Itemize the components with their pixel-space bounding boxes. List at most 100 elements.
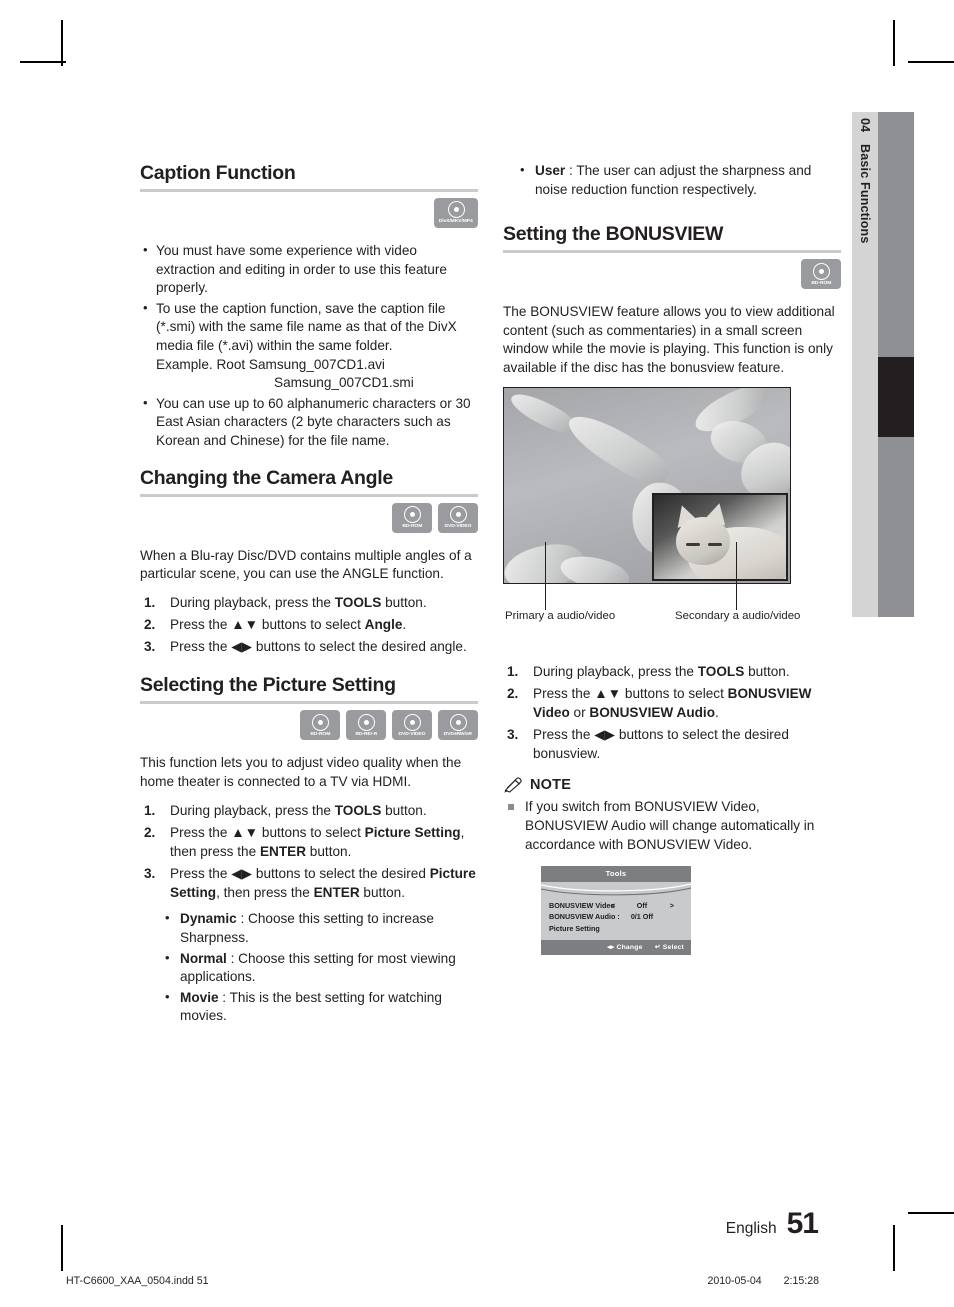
right-column: User : The user can adjust the sharpness… <box>503 161 841 955</box>
option-term: User <box>535 163 566 178</box>
option-term: Movie <box>180 989 219 1005</box>
page-footer: English 51 <box>725 1207 819 1241</box>
picture-setting-options: Dynamic : Choose this setting to increas… <box>140 909 478 1026</box>
osd-right-arrow-icon[interactable]: > <box>664 900 674 911</box>
example-line-1: Example. Root Samsung_007CD1.avi <box>156 356 385 372</box>
disc-glyph-icon <box>311 713 329 731</box>
caption-function-bullets: You must have some experience with video… <box>140 241 478 451</box>
disc-icon-label: BD-ROM <box>310 730 330 737</box>
disc-icon-label: DVD-VIDEO <box>444 523 472 529</box>
disc-icon-label: DVD-VIDEO <box>398 730 426 737</box>
step-text: During playback, press the TOOLS button. <box>170 594 427 610</box>
list-item: You can use up to 60 alphanumeric charac… <box>140 394 478 451</box>
step-number: 1. <box>144 802 156 818</box>
disc-icon-dvd-video: DVD-VIDEO <box>392 710 432 741</box>
print-time: 2:15:28 <box>783 1275 819 1287</box>
pencil-icon <box>504 777 522 794</box>
option-term: Normal <box>180 950 227 966</box>
step-number: 2. <box>144 824 156 840</box>
footer-language: English <box>725 1220 777 1237</box>
disc-glyph-icon <box>447 201 465 219</box>
heading-caption-function: Caption Function <box>140 162 296 184</box>
heading-rule <box>503 250 841 254</box>
chapter-tab-marker <box>878 357 914 437</box>
step-number: 3. <box>144 866 156 882</box>
disc-icons-bonusview: BD-ROM <box>503 259 841 290</box>
step-number: 1. <box>144 594 156 610</box>
print-timestamp: 2010-05-04 2:15:28 <box>707 1275 819 1287</box>
step-text: Press the ◀▶ buttons to select the desir… <box>170 866 476 901</box>
picture-setting-steps: 1. During playback, press the TOOLS butt… <box>140 801 478 903</box>
manual-page: 04 Basic Functions Caption Function DivX… <box>0 0 954 1307</box>
crop-mark-top-right-vertical <box>893 20 895 66</box>
crop-mark-bottom-right-vertical <box>893 1225 895 1271</box>
print-date: 2010-05-04 <box>707 1275 762 1287</box>
step-item: 3. Press the ◀▶ buttons to select the de… <box>140 864 478 902</box>
disc-icons-camera-angle: BD-ROM DVD-VIDEO <box>140 502 478 533</box>
note-title: NOTE <box>530 777 572 794</box>
step-item: 1. During playback, press the TOOLS butt… <box>140 593 478 612</box>
heading-bonusview: Setting the BONUSVIEW <box>503 223 724 246</box>
osd-left-arrow-icon[interactable]: < <box>611 900 620 911</box>
disc-icon-bd-re-r: BD-RE/-R <box>346 710 386 741</box>
bonusview-steps: 1. During playback, press the TOOLS butt… <box>503 662 841 764</box>
camera-angle-steps: 1. During playback, press the TOOLS butt… <box>140 593 478 656</box>
heading-rule <box>140 701 478 705</box>
step-text: During playback, press the TOOLS button. <box>533 663 790 679</box>
osd-row-value: Off <box>636 901 648 911</box>
user-option-list: User : The user can adjust the sharpness… <box>495 161 841 199</box>
osd-row-picture-setting[interactable]: Picture Setting <box>549 923 683 934</box>
step-number: 3. <box>507 727 519 743</box>
disc-icons-caption-function: DivX/MKV/MP4 <box>140 198 478 228</box>
camera-angle-intro: When a Blu-ray Disc/DVD contains multipl… <box>140 547 472 582</box>
step-item: 2. Press the ▲▼ buttons to select Pictur… <box>140 823 478 861</box>
leader-line-primary <box>545 541 547 610</box>
disc-icon-dvd-video: DVD-VIDEO <box>438 502 478 533</box>
step-text: During playback, press the TOOLS button. <box>170 802 427 818</box>
osd-row-bonusview-audio[interactable]: BONUSVIEW Audio : 0/1 Off <box>549 911 683 922</box>
caption-primary: Primary a audio/video <box>505 609 616 622</box>
crop-mark-top-right-horizontal <box>908 61 954 63</box>
bullet-text: To use the caption function, save the ca… <box>156 300 457 354</box>
list-item: User : The user can adjust the sharpness… <box>517 161 841 199</box>
step-text: Press the ▲▼ buttons to select BONUSVIEW… <box>533 685 812 720</box>
osd-row-bonusview-video[interactable]: BONUSVIEW Video < Off > <box>549 900 683 911</box>
disc-icon-bd-rom: BD-ROM <box>392 502 432 533</box>
heading-rule <box>140 493 478 497</box>
step-number: 3. <box>144 639 156 655</box>
heading-picture-setting: Selecting the Picture Setting <box>140 674 396 697</box>
wave-icon <box>541 883 691 896</box>
disc-glyph-icon <box>403 713 421 731</box>
step-number: 2. <box>507 685 519 701</box>
crop-mark-bottom-right-horizontal <box>908 1212 954 1214</box>
example-line-2: Samsung_007CD1.smi <box>274 375 414 391</box>
list-item: To use the caption function, save the ca… <box>140 299 478 393</box>
disc-icon-dvd-rw-r: DVD±RW/±R <box>438 710 478 741</box>
step-text: Press the ◀▶ buttons to select the desir… <box>533 727 789 762</box>
note-items: If you switch from BONUSVIEW Video, BONU… <box>503 798 841 854</box>
disc-icon-label: BD-RE/-R <box>355 730 377 737</box>
bonusview-figure: Primary a audio/video Secondary a audio/… <box>503 386 841 628</box>
disc-glyph-icon <box>449 506 467 524</box>
chapter-number: 04 <box>858 118 872 133</box>
option-term: Dynamic <box>180 911 237 927</box>
picture-setting-intro: This function lets you to adjust video q… <box>140 755 462 789</box>
heading-rule <box>140 189 478 192</box>
crop-mark-bottom-left-vertical <box>61 1225 63 1271</box>
page-number: 51 <box>786 1207 819 1240</box>
osd-footer-select: ↵ Select <box>654 943 684 951</box>
step-item: 1. During playback, press the TOOLS butt… <box>503 662 841 681</box>
osd-row-label: Picture Setting <box>549 923 600 933</box>
step-number: 1. <box>507 663 519 679</box>
disc-icon-bd-rom: BD-ROM <box>300 710 340 741</box>
disc-glyph-icon <box>812 262 830 280</box>
osd-footer: ◂▸ Change ↵ Select <box>541 939 691 955</box>
disc-icon-divx-mkv-mp4: DivX/MKV/MP4 <box>434 198 478 228</box>
list-item: You must have some experience with video… <box>140 241 478 298</box>
figure-captions: Primary a audio/video Secondary a audio/… <box>503 610 813 628</box>
option-desc: : This is the best setting for watching … <box>180 989 442 1024</box>
disc-icon-label: DivX/MKV/MP4 <box>438 218 473 225</box>
list-item: If you switch from BONUSVIEW Video, BONU… <box>503 798 841 854</box>
disc-glyph-icon <box>357 713 375 731</box>
step-number: 2. <box>144 617 156 633</box>
